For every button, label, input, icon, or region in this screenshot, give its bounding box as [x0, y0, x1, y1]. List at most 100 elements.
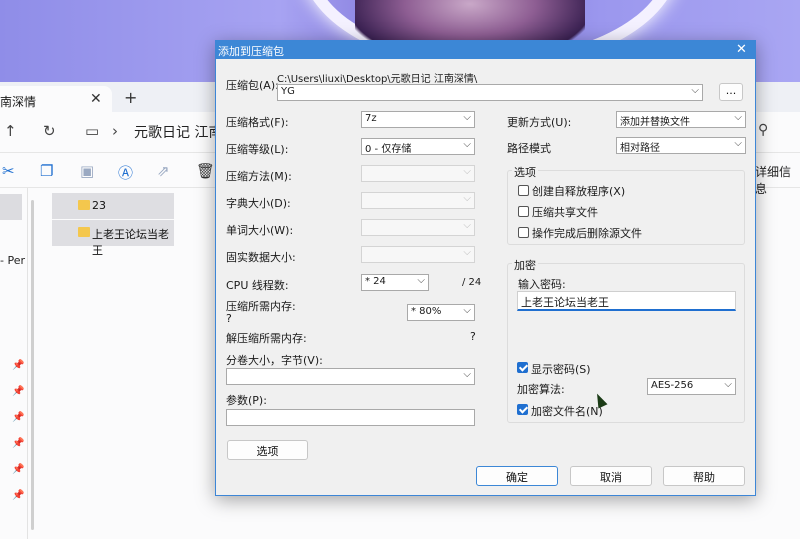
- method-label: 压缩方法(M):: [226, 170, 292, 183]
- chevron-down-icon: ⌵: [463, 112, 471, 123]
- share-icon[interactable]: ⇗: [157, 162, 170, 180]
- delete-after-checkbox[interactable]: [518, 227, 529, 238]
- archive-name-input[interactable]: YG ⌵: [277, 84, 703, 101]
- encryption-group: 加密 输入密码: 上老王论坛当老王 显示密码(S) 加密算法: AES-256 …: [507, 257, 745, 423]
- split-size-label: 分卷大小，字节(V):: [226, 354, 323, 367]
- parameters-input[interactable]: [226, 409, 475, 426]
- copy-icon[interactable]: ❐: [40, 162, 53, 180]
- update-mode-value: 添加并替换文件: [620, 117, 690, 128]
- compress-shared-label[interactable]: 压缩共享文件: [532, 204, 598, 220]
- solid-size-label: 固实数据大小:: [226, 251, 296, 264]
- encryption-method-label: 加密算法:: [517, 383, 565, 396]
- chevron-down-icon: ⌵: [463, 369, 471, 380]
- memory-usage-value: * 80%: [411, 306, 442, 317]
- format-value: 7z: [365, 113, 377, 124]
- path-mode-value: 相对路径: [620, 143, 660, 154]
- create-sfx-label[interactable]: 创建自释放程序(X): [532, 183, 625, 199]
- ok-button[interactable]: 确定: [476, 466, 558, 486]
- search-icon[interactable]: ⚲: [758, 122, 768, 138]
- word-size-label: 单词大小(W):: [226, 224, 294, 237]
- refresh-icon[interactable]: ↻: [43, 122, 56, 140]
- pin-icon: 📌: [12, 490, 25, 501]
- compress-shared-checkbox[interactable]: [518, 206, 529, 217]
- method-select[interactable]: ⌵: [361, 165, 475, 182]
- options-button[interactable]: 选项: [227, 440, 308, 460]
- pin-icon: 📌: [12, 438, 25, 449]
- chevron-down-icon: ⌵: [463, 305, 471, 316]
- decompress-memory-value: ?: [470, 330, 476, 343]
- compress-memory-label: 压缩所需内存:: [226, 300, 296, 313]
- folder-name: 23: [92, 199, 106, 212]
- show-password-label[interactable]: 显示密码(S): [531, 361, 591, 377]
- update-mode-select[interactable]: 添加并替换文件 ⌵: [616, 111, 746, 128]
- dictionary-select[interactable]: ⌵: [361, 192, 475, 209]
- threads-total: / 24: [462, 277, 482, 288]
- path-mode-select[interactable]: 相对路径 ⌵: [616, 137, 746, 154]
- level-label: 压缩等级(L):: [226, 143, 289, 156]
- sidebar-scrollbar[interactable]: [31, 200, 34, 530]
- close-tab-icon[interactable]: ✕: [90, 91, 102, 107]
- add-to-archive-dialog: 添加到压缩包 ✕ 压缩包(A): C:\Users\liuxi\Desktop\…: [215, 40, 756, 496]
- delete-icon[interactable]: 🗑: [196, 162, 215, 180]
- solid-size-select[interactable]: ⌵: [361, 246, 475, 263]
- close-icon[interactable]: ✕: [736, 42, 747, 57]
- delete-after-label[interactable]: 操作完成后删除源文件: [532, 225, 642, 241]
- encrypt-names-label[interactable]: 加密文件名(N): [531, 403, 603, 419]
- chevron-down-icon[interactable]: ⌵: [691, 85, 699, 96]
- split-size-select[interactable]: ⌵: [226, 368, 475, 385]
- encryption-method-select[interactable]: AES-256 ⌵: [647, 378, 736, 395]
- new-tab-icon[interactable]: +: [124, 88, 137, 107]
- level-select[interactable]: 0 - 仅存储 ⌵: [361, 138, 475, 155]
- cut-icon[interactable]: ✂: [2, 162, 15, 180]
- threads-value: * 24: [365, 276, 386, 287]
- chevron-down-icon: ⌵: [417, 275, 425, 286]
- options-group: 选项 创建自释放程序(X) 压缩共享文件 操作完成后删除源文件: [507, 164, 745, 245]
- threads-label: CPU 线程数:: [226, 279, 289, 292]
- dictionary-label: 字典大小(D):: [226, 197, 291, 210]
- encrypt-names-checkbox[interactable]: [517, 404, 528, 415]
- explorer-sidebar: - Per 📌 📌 📌 📌 📌 📌: [0, 188, 28, 539]
- password-input[interactable]: 上老王论坛当老王: [517, 291, 736, 311]
- dialog-title-bar[interactable]: 添加到压缩包 ✕: [216, 41, 755, 59]
- sidebar-item-label[interactable]: - Per: [0, 254, 25, 267]
- pin-icon: 📌: [12, 412, 25, 423]
- create-sfx-checkbox[interactable]: [518, 185, 529, 196]
- word-size-select[interactable]: ⌵: [361, 219, 475, 236]
- archive-directory: C:\Users\liuxi\Desktop\元歌日记 江南深情\: [277, 74, 478, 85]
- cancel-button[interactable]: 取消: [570, 466, 652, 486]
- show-password-checkbox[interactable]: [517, 362, 528, 373]
- chevron-down-icon: ⌵: [463, 193, 471, 204]
- threads-select[interactable]: * 24 ⌵: [361, 274, 429, 291]
- memory-usage-select[interactable]: * 80% ⌵: [407, 304, 475, 321]
- chevron-down-icon: ⌵: [463, 139, 471, 150]
- format-select[interactable]: 7z ⌵: [361, 111, 475, 128]
- archive-label: 压缩包(A):: [226, 79, 279, 92]
- parameters-label: 参数(P):: [226, 394, 267, 407]
- details-button[interactable]: 详细信息: [755, 163, 800, 197]
- compress-memory-unknown: ?: [226, 312, 232, 325]
- list-item[interactable]: 23: [52, 193, 174, 219]
- back-arrow-icon[interactable]: ↑: [4, 122, 17, 140]
- dialog-title: 添加到压缩包: [218, 45, 284, 58]
- path-mode-label: 路径模式: [507, 142, 551, 155]
- explorer-tab[interactable]: 南深情 ✕: [0, 86, 112, 112]
- monitor-icon[interactable]: ▭: [85, 122, 99, 140]
- decompress-memory-label: 解压缩所需内存:: [226, 332, 307, 345]
- pin-icon: 📌: [12, 386, 25, 397]
- sidebar-selected-item[interactable]: [0, 194, 22, 220]
- chevron-down-icon: ⌵: [463, 166, 471, 177]
- chevron-down-icon: ⌵: [463, 247, 471, 258]
- list-item[interactable]: 上老王论坛当老王: [52, 220, 174, 257]
- password-label: 输入密码:: [518, 278, 566, 291]
- chevron-right-icon[interactable]: ›: [112, 122, 118, 140]
- chevron-down-icon: ⌵: [734, 138, 742, 149]
- update-mode-label: 更新方式(U):: [507, 116, 572, 129]
- encryption-method-value: AES-256: [651, 380, 694, 391]
- pin-icon: 📌: [12, 360, 25, 371]
- paste-icon[interactable]: ▣: [80, 162, 94, 180]
- explorer-tab-label: 南深情: [0, 95, 37, 109]
- help-button[interactable]: 帮助: [663, 466, 745, 486]
- folder-name: 上老王论坛当老王: [92, 228, 169, 257]
- browse-button[interactable]: ...: [719, 83, 743, 101]
- rename-icon[interactable]: Ⓐ: [118, 162, 133, 183]
